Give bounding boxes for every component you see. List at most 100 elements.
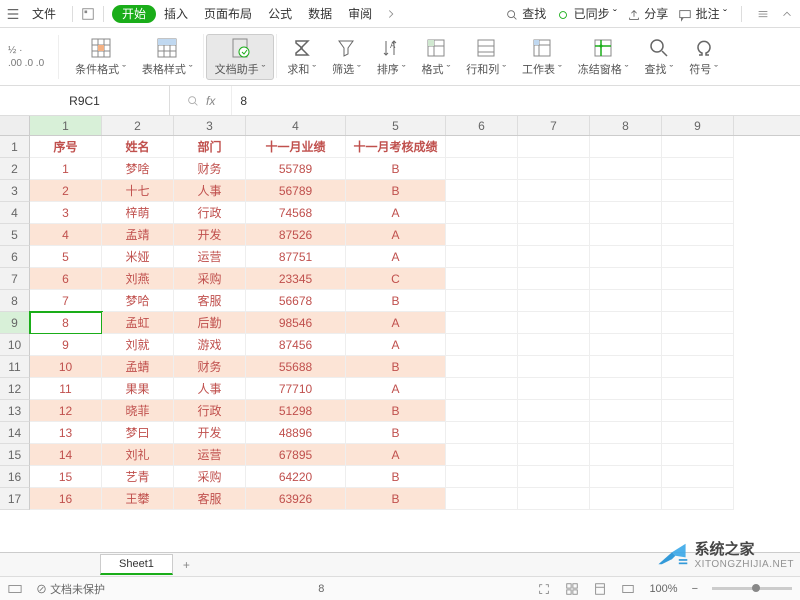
cell[interactable]	[446, 246, 518, 268]
cell[interactable]: 10	[30, 356, 102, 378]
cell[interactable]: 艺青	[102, 466, 174, 488]
cell[interactable]	[446, 268, 518, 290]
cell[interactable]	[662, 422, 734, 444]
ribbon-omega[interactable]: 符号 ˇ	[681, 34, 726, 80]
cell[interactable]: 55688	[246, 356, 346, 378]
menu-share[interactable]: 分享	[627, 5, 668, 22]
cell[interactable]	[662, 268, 734, 290]
cell[interactable]: 48896	[246, 422, 346, 444]
fx-label[interactable]: fx	[170, 94, 231, 108]
ribbon-worksheet[interactable]: 工作表 ˇ	[514, 34, 570, 80]
view-reading-icon[interactable]	[621, 582, 635, 596]
cell[interactable]	[446, 378, 518, 400]
cell[interactable]: 采购	[174, 268, 246, 290]
col-header[interactable]: 8	[590, 116, 662, 135]
cell[interactable]: A	[346, 378, 446, 400]
settings-icon[interactable]	[756, 7, 770, 21]
col-header[interactable]: 4	[246, 116, 346, 135]
cell[interactable]: 64220	[246, 466, 346, 488]
cell[interactable]	[446, 334, 518, 356]
name-box[interactable]: R9C1	[0, 86, 170, 115]
cell[interactable]: B	[346, 180, 446, 202]
cell[interactable]	[518, 290, 590, 312]
cell[interactable]: 孟靖	[102, 224, 174, 246]
cell[interactable]	[662, 444, 734, 466]
ribbon-sigma[interactable]: 求和 ˇ	[279, 34, 324, 80]
cell[interactable]: 1	[30, 158, 102, 180]
ribbon-funnel[interactable]: 筛选 ˇ	[324, 34, 369, 80]
row-header[interactable]: 12	[0, 378, 30, 400]
cell[interactable]: 客服	[174, 290, 246, 312]
cell[interactable]	[662, 136, 734, 158]
ribbon-rows-cols[interactable]: 行和列 ˇ	[458, 34, 514, 80]
select-all-corner[interactable]	[0, 116, 30, 135]
cell[interactable]	[518, 158, 590, 180]
cell[interactable]: 序号	[30, 136, 102, 158]
cell[interactable]: A	[346, 444, 446, 466]
cell[interactable]	[662, 488, 734, 510]
cell[interactable]	[590, 356, 662, 378]
cell[interactable]: 财务	[174, 158, 246, 180]
menu-tab-5[interactable]: 审阅	[340, 4, 380, 24]
cell[interactable]	[446, 488, 518, 510]
cell[interactable]	[590, 136, 662, 158]
row-header[interactable]: 13	[0, 400, 30, 422]
cell[interactable]	[446, 444, 518, 466]
cell[interactable]: 米娅	[102, 246, 174, 268]
cell[interactable]: 孟虹	[102, 312, 174, 334]
cell[interactable]: 梦曰	[102, 422, 174, 444]
cell[interactable]: 财务	[174, 356, 246, 378]
cell[interactable]	[446, 158, 518, 180]
cell[interactable]: 74568	[246, 202, 346, 224]
menu-search[interactable]: 查找	[505, 5, 546, 22]
cell[interactable]: 55789	[246, 158, 346, 180]
cell[interactable]: A	[346, 202, 446, 224]
cell[interactable]	[518, 202, 590, 224]
cell[interactable]: 16	[30, 488, 102, 510]
cell[interactable]: A	[346, 334, 446, 356]
cell[interactable]: 运营	[174, 246, 246, 268]
number-format-group[interactable]: ½ ·.00 .0 .0	[8, 45, 44, 69]
row-header[interactable]: 4	[0, 202, 30, 224]
cell[interactable]: 87456	[246, 334, 346, 356]
cell[interactable]	[518, 378, 590, 400]
row-header[interactable]: 9	[0, 312, 30, 334]
cell[interactable]	[518, 466, 590, 488]
cell[interactable]: 刘就	[102, 334, 174, 356]
cell[interactable]: 开发	[174, 224, 246, 246]
cell[interactable]	[590, 224, 662, 246]
cell[interactable]: 2	[30, 180, 102, 202]
row-header[interactable]: 15	[0, 444, 30, 466]
col-header[interactable]: 6	[446, 116, 518, 135]
cell[interactable]: 梦啥	[102, 158, 174, 180]
cell[interactable]	[518, 180, 590, 202]
cell[interactable]: 11	[30, 378, 102, 400]
ribbon-search[interactable]: 查找 ˇ	[636, 34, 681, 80]
cell[interactable]: B	[346, 466, 446, 488]
add-sheet-button[interactable]: +	[173, 555, 200, 575]
cell[interactable]	[590, 312, 662, 334]
cell[interactable]	[590, 466, 662, 488]
cell[interactable]	[590, 334, 662, 356]
cell[interactable]: A	[346, 246, 446, 268]
cell[interactable]	[662, 378, 734, 400]
cell[interactable]	[446, 180, 518, 202]
cell[interactable]: 67895	[246, 444, 346, 466]
menu-file[interactable]: 文件	[24, 2, 64, 25]
formula-input[interactable]: 8	[231, 86, 800, 115]
menu-annotate[interactable]: 批注 ˇ	[678, 5, 727, 22]
cell[interactable]	[662, 180, 734, 202]
cell[interactable]	[518, 400, 590, 422]
cell[interactable]: 9	[30, 334, 102, 356]
cell[interactable]	[590, 488, 662, 510]
cell[interactable]: 行政	[174, 202, 246, 224]
cell[interactable]	[590, 246, 662, 268]
cell[interactable]: 梦哈	[102, 290, 174, 312]
cell[interactable]: B	[346, 158, 446, 180]
cell[interactable]	[590, 400, 662, 422]
col-header[interactable]: 5	[346, 116, 446, 135]
cell[interactable]	[446, 356, 518, 378]
row-header[interactable]: 17	[0, 488, 30, 510]
cell[interactable]: 人事	[174, 180, 246, 202]
cell[interactable]	[662, 202, 734, 224]
